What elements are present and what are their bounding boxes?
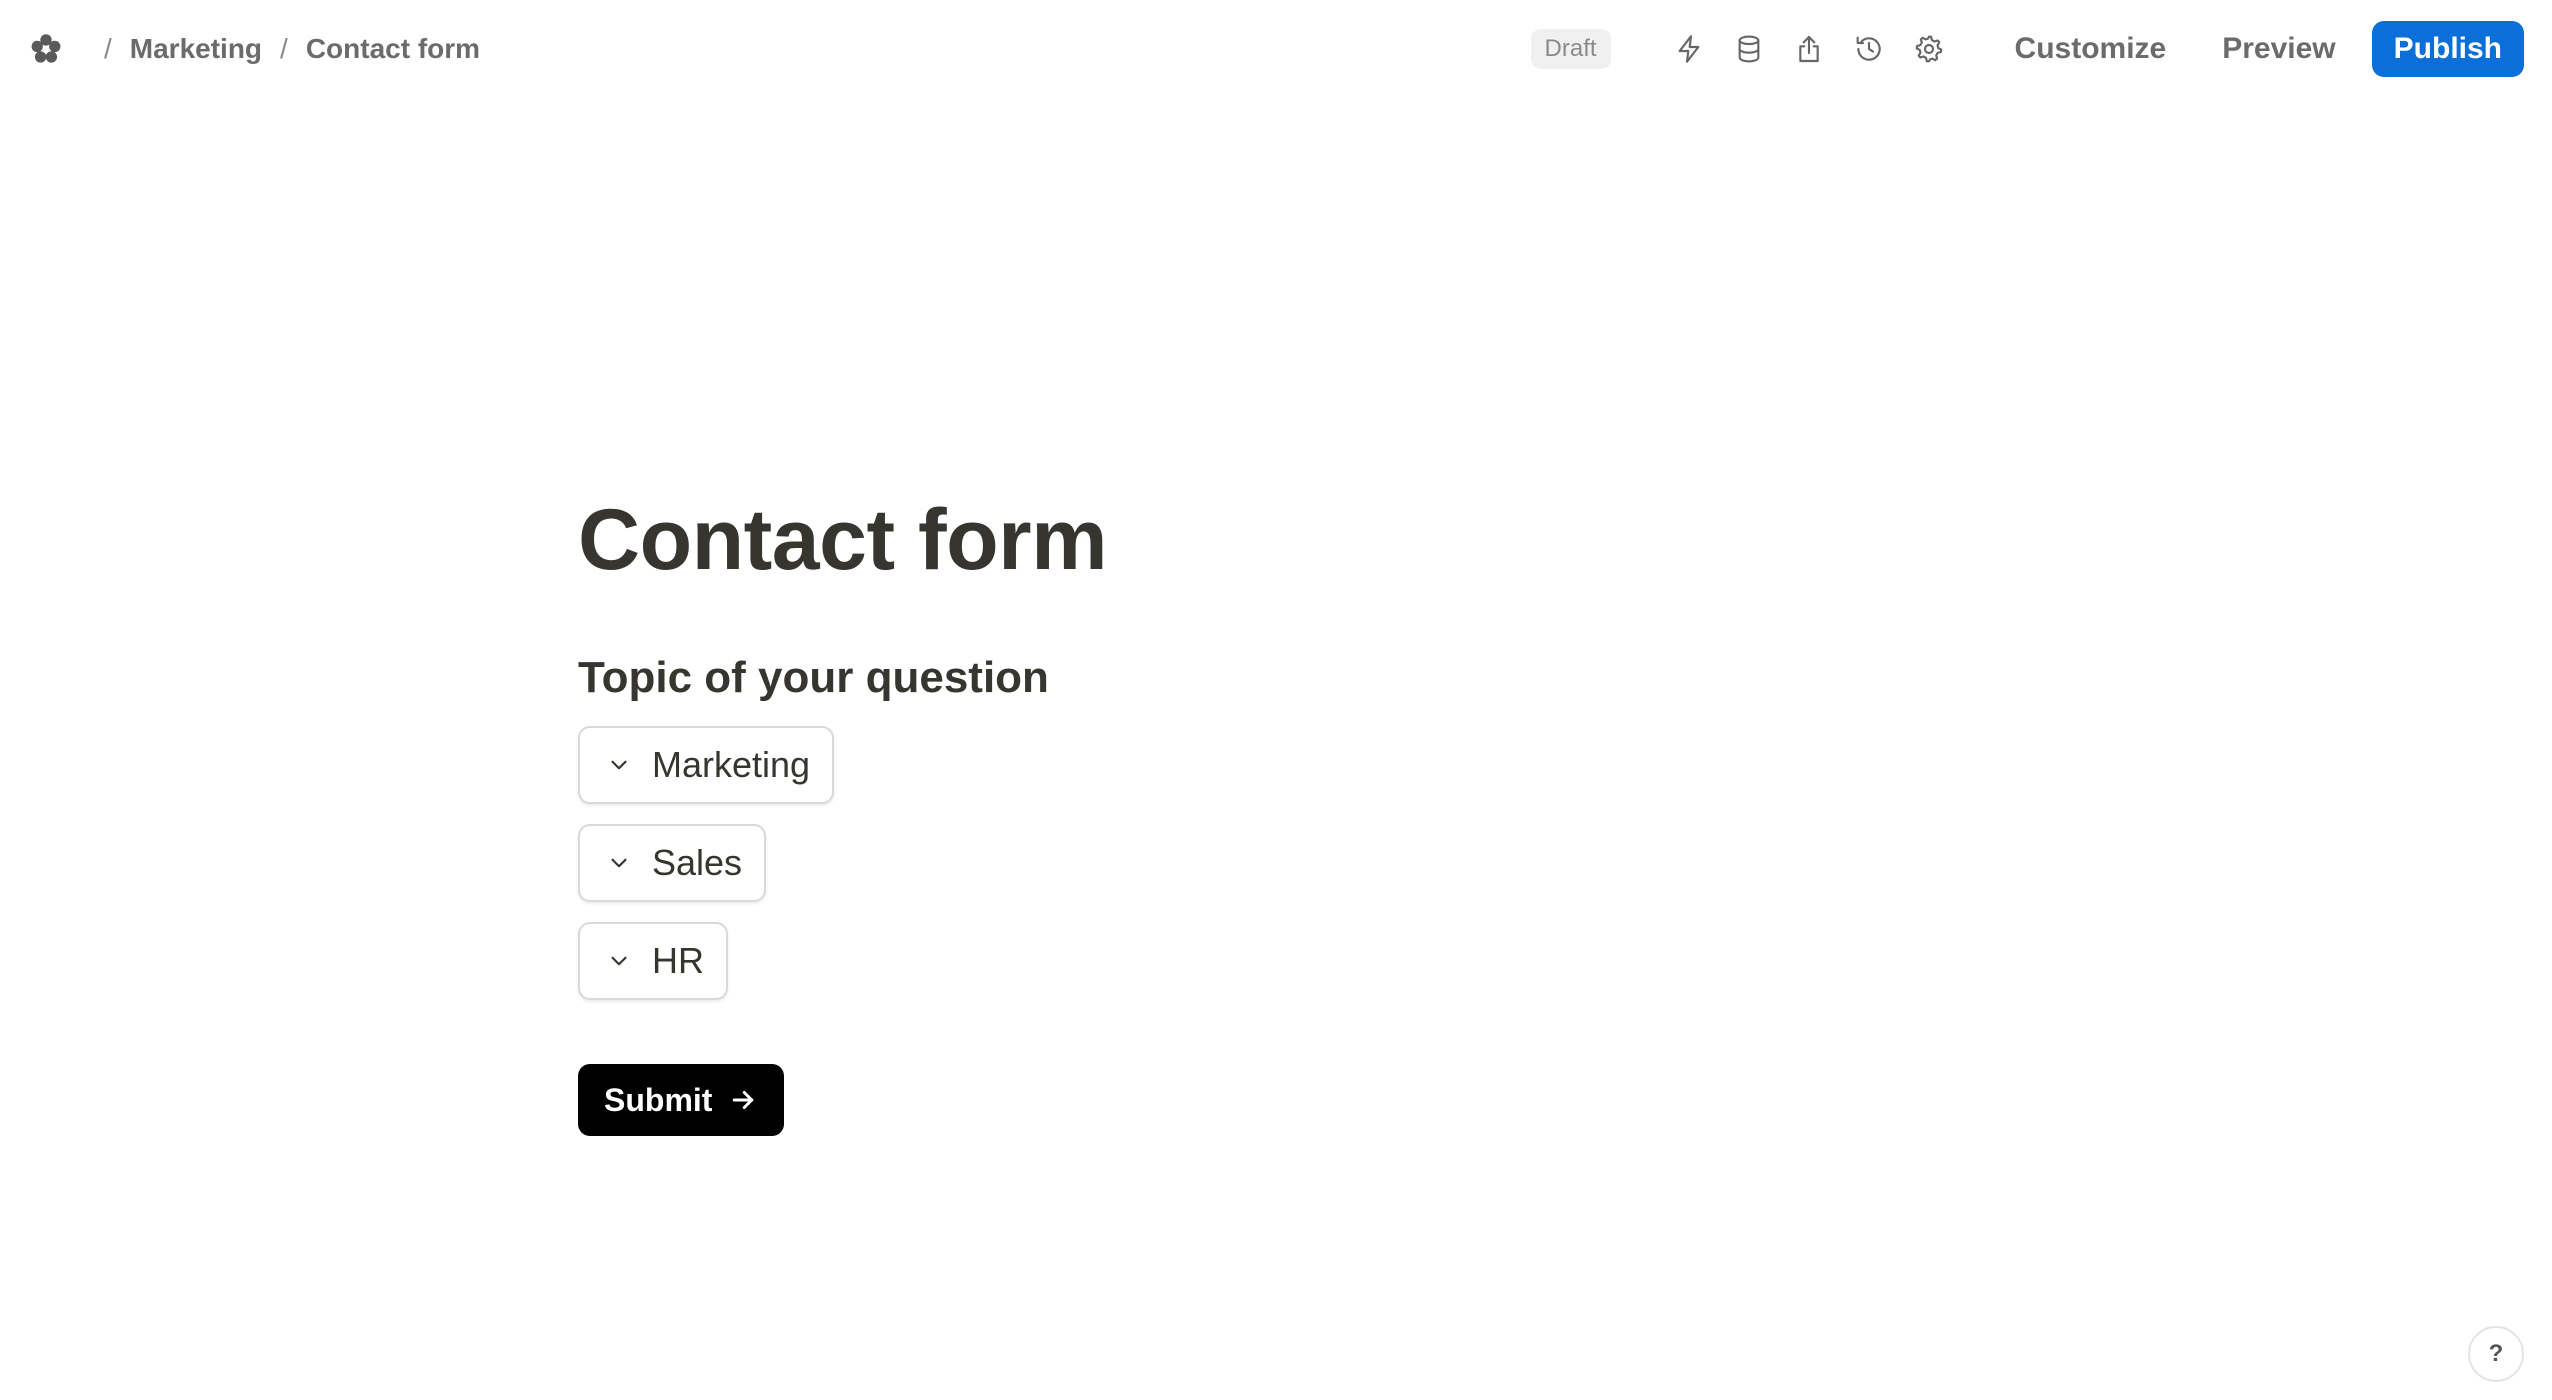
option-label: Sales xyxy=(652,842,743,883)
submit-button[interactable]: Submit xyxy=(578,1064,785,1136)
status-badge: Draft xyxy=(1530,29,1611,69)
breadcrumb-item-marketing[interactable]: Marketing xyxy=(130,33,262,65)
publish-button[interactable]: Publish xyxy=(2371,21,2524,77)
chevron-down-icon xyxy=(604,750,634,780)
breadcrumb-separator: / xyxy=(280,33,288,64)
database-icon[interactable] xyxy=(1728,28,1770,70)
help-button[interactable]: ? xyxy=(2468,1326,2524,1382)
preview-button[interactable]: Preview xyxy=(2222,32,2335,66)
submit-label: Submit xyxy=(604,1081,713,1118)
option-marketing[interactable]: Marketing xyxy=(578,726,835,804)
option-label: HR xyxy=(652,940,704,981)
breadcrumb-item-contact-form[interactable]: Contact form xyxy=(306,33,480,65)
page: / Marketing / Contact form Draft Customi… xyxy=(0,0,2552,1400)
top-bar: / Marketing / Contact form Draft Customi… xyxy=(0,0,2552,98)
form-title[interactable]: Contact form xyxy=(578,486,1108,594)
question-label[interactable]: Topic of your question xyxy=(578,650,1107,706)
share-icon[interactable] xyxy=(1788,28,1830,70)
breadcrumb: / Marketing / Contact form xyxy=(28,31,480,67)
history-icon[interactable] xyxy=(1848,28,1890,70)
form-container: Contact form Topic of your question Mark… xyxy=(578,486,1108,1136)
option-sales[interactable]: Sales xyxy=(578,824,767,902)
option-hr[interactable]: HR xyxy=(578,922,728,1000)
chevron-down-icon xyxy=(604,946,634,976)
arrow-right-icon xyxy=(728,1085,758,1115)
chevron-down-icon xyxy=(604,848,634,878)
settings-icon[interactable] xyxy=(1908,28,1950,70)
lightning-icon[interactable] xyxy=(1668,28,1710,70)
breadcrumb-separator: / xyxy=(104,33,112,64)
option-label: Marketing xyxy=(652,744,811,785)
workspace-logo-icon[interactable] xyxy=(28,31,64,67)
customize-button[interactable]: Customize xyxy=(2015,32,2167,66)
option-list: Marketing Sales HR xyxy=(578,726,1107,1000)
toolbar: Draft Customize Preview Publish xyxy=(1530,21,2524,77)
